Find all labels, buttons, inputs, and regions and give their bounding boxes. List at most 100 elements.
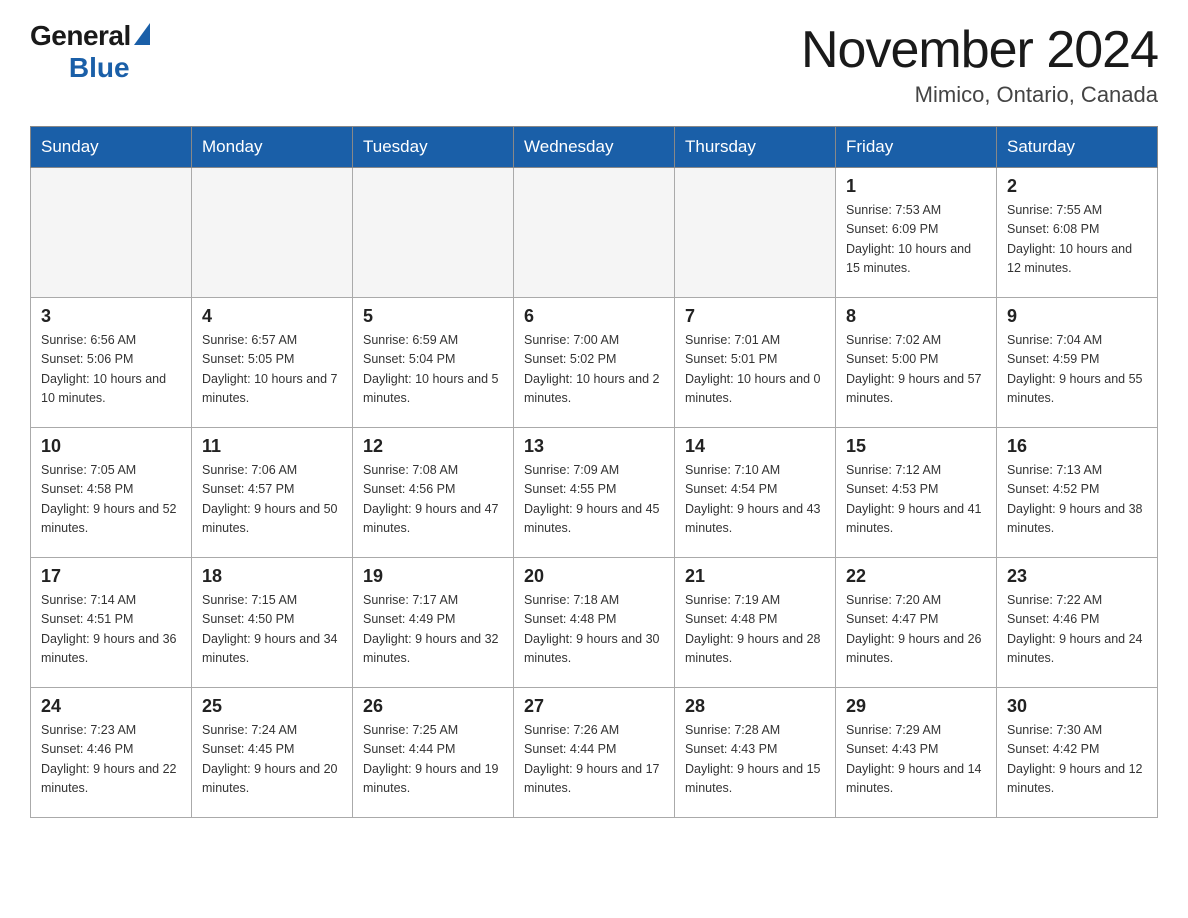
- day-number: 22: [846, 566, 986, 587]
- logo-bottom-row: Blue: [30, 52, 130, 84]
- day-info: Sunrise: 7:15 AMSunset: 4:50 PMDaylight:…: [202, 591, 342, 669]
- day-info: Sunrise: 7:13 AMSunset: 4:52 PMDaylight:…: [1007, 461, 1147, 539]
- logo: General Blue: [30, 20, 150, 84]
- calendar-cell: 6 Sunrise: 7:00 AMSunset: 5:02 PMDaylight…: [514, 298, 675, 428]
- day-info: Sunrise: 7:20 AMSunset: 4:47 PMDaylight:…: [846, 591, 986, 669]
- calendar-cell: 24 Sunrise: 7:23 AMSunset: 4:46 PMDayligh…: [31, 688, 192, 818]
- calendar-cell: 1 Sunrise: 7:53 AMSunset: 6:09 PMDaylight…: [836, 168, 997, 298]
- weekday-header: Sunday: [31, 127, 192, 168]
- calendar-cell: 18 Sunrise: 7:15 AMSunset: 4:50 PMDayligh…: [192, 558, 353, 688]
- day-number: 3: [41, 306, 181, 327]
- day-number: 7: [685, 306, 825, 327]
- day-info: Sunrise: 7:10 AMSunset: 4:54 PMDaylight:…: [685, 461, 825, 539]
- calendar-cell: [31, 168, 192, 298]
- day-info: Sunrise: 7:17 AMSunset: 4:49 PMDaylight:…: [363, 591, 503, 669]
- day-info: Sunrise: 7:24 AMSunset: 4:45 PMDaylight:…: [202, 721, 342, 799]
- day-number: 26: [363, 696, 503, 717]
- day-info: Sunrise: 6:57 AMSunset: 5:05 PMDaylight:…: [202, 331, 342, 409]
- calendar-cell: 11 Sunrise: 7:06 AMSunset: 4:57 PMDayligh…: [192, 428, 353, 558]
- calendar-cell: 23Sunrise: 7:22 AMSunset: 4:46 PMDayligh…: [997, 558, 1158, 688]
- day-info: Sunrise: 7:26 AMSunset: 4:44 PMDaylight:…: [524, 721, 664, 799]
- calendar-cell: 21 Sunrise: 7:19 AMSunset: 4:48 PMDayligh…: [675, 558, 836, 688]
- page-header: General Blue November 2024 Mimico, Ontar…: [30, 20, 1158, 108]
- day-info: Sunrise: 7:00 AMSunset: 5:02 PMDaylight:…: [524, 331, 664, 409]
- day-number: 21: [685, 566, 825, 587]
- day-info: Sunrise: 7:18 AMSunset: 4:48 PMDaylight:…: [524, 591, 664, 669]
- day-info: Sunrise: 7:29 AMSunset: 4:43 PMDaylight:…: [846, 721, 986, 799]
- calendar-cell: 2 Sunrise: 7:55 AMSunset: 6:08 PMDaylight…: [997, 168, 1158, 298]
- day-number: 10: [41, 436, 181, 457]
- day-number: 20: [524, 566, 664, 587]
- calendar-cell: 14 Sunrise: 7:10 AMSunset: 4:54 PMDayligh…: [675, 428, 836, 558]
- calendar-cell: 8 Sunrise: 7:02 AMSunset: 5:00 PMDaylight…: [836, 298, 997, 428]
- day-number: 11: [202, 436, 342, 457]
- calendar-cell: 13Sunrise: 7:09 AMSunset: 4:55 PMDayligh…: [514, 428, 675, 558]
- day-info: Sunrise: 7:12 AMSunset: 4:53 PMDaylight:…: [846, 461, 986, 539]
- day-number: 30: [1007, 696, 1147, 717]
- calendar-cell: 15 Sunrise: 7:12 AMSunset: 4:53 PMDayligh…: [836, 428, 997, 558]
- weekday-header: Friday: [836, 127, 997, 168]
- day-info: Sunrise: 7:55 AMSunset: 6:08 PMDaylight:…: [1007, 201, 1147, 279]
- day-number: 28: [685, 696, 825, 717]
- calendar-cell: 12 Sunrise: 7:08 AMSunset: 4:56 PMDayligh…: [353, 428, 514, 558]
- day-number: 5: [363, 306, 503, 327]
- day-number: 14: [685, 436, 825, 457]
- calendar-cell: 29 Sunrise: 7:29 AMSunset: 4:43 PMDayligh…: [836, 688, 997, 818]
- calendar-cell: [192, 168, 353, 298]
- day-number: 2: [1007, 176, 1147, 197]
- weekday-header: Wednesday: [514, 127, 675, 168]
- calendar-table: SundayMondayTuesdayWednesdayThursdayFrid…: [30, 126, 1158, 818]
- day-number: 24: [41, 696, 181, 717]
- day-info: Sunrise: 7:14 AMSunset: 4:51 PMDaylight:…: [41, 591, 181, 669]
- day-number: 29: [846, 696, 986, 717]
- calendar-cell: 20 Sunrise: 7:18 AMSunset: 4:48 PMDayligh…: [514, 558, 675, 688]
- calendar-cell: 27 Sunrise: 7:26 AMSunset: 4:44 PMDayligh…: [514, 688, 675, 818]
- day-info: Sunrise: 7:30 AMSunset: 4:42 PMDaylight:…: [1007, 721, 1147, 799]
- day-info: Sunrise: 7:02 AMSunset: 5:00 PMDaylight:…: [846, 331, 986, 409]
- calendar-cell: 16 Sunrise: 7:13 AMSunset: 4:52 PMDayligh…: [997, 428, 1158, 558]
- weekday-header: Monday: [192, 127, 353, 168]
- calendar-cell: 22 Sunrise: 7:20 AMSunset: 4:47 PMDayligh…: [836, 558, 997, 688]
- day-info: Sunrise: 7:08 AMSunset: 4:56 PMDaylight:…: [363, 461, 503, 539]
- weekday-header: Thursday: [675, 127, 836, 168]
- day-info: Sunrise: 7:19 AMSunset: 4:48 PMDaylight:…: [685, 591, 825, 669]
- calendar-cell: 30 Sunrise: 7:30 AMSunset: 4:42 PMDayligh…: [997, 688, 1158, 818]
- day-number: 16: [1007, 436, 1147, 457]
- calendar-cell: 9 Sunrise: 7:04 AMSunset: 4:59 PMDaylight…: [997, 298, 1158, 428]
- day-info: Sunrise: 7:06 AMSunset: 4:57 PMDaylight:…: [202, 461, 342, 539]
- day-number: 12: [363, 436, 503, 457]
- location-title: Mimico, Ontario, Canada: [801, 82, 1158, 108]
- calendar-cell: 10 Sunrise: 7:05 AMSunset: 4:58 PMDayligh…: [31, 428, 192, 558]
- day-info: Sunrise: 7:01 AMSunset: 5:01 PMDaylight:…: [685, 331, 825, 409]
- calendar-cell: 5Sunrise: 6:59 AMSunset: 5:04 PMDaylight…: [353, 298, 514, 428]
- calendar-cell: 7 Sunrise: 7:01 AMSunset: 5:01 PMDaylight…: [675, 298, 836, 428]
- day-info: Sunrise: 7:25 AMSunset: 4:44 PMDaylight:…: [363, 721, 503, 799]
- day-info: Sunrise: 6:56 AMSunset: 5:06 PMDaylight:…: [41, 331, 181, 409]
- day-number: 6: [524, 306, 664, 327]
- day-number: 8: [846, 306, 986, 327]
- day-number: 17: [41, 566, 181, 587]
- calendar-cell: [353, 168, 514, 298]
- day-number: 19: [363, 566, 503, 587]
- calendar-cell: 17 Sunrise: 7:14 AMSunset: 4:51 PMDayligh…: [31, 558, 192, 688]
- day-number: 1: [846, 176, 986, 197]
- day-info: Sunrise: 7:05 AMSunset: 4:58 PMDaylight:…: [41, 461, 181, 539]
- logo-top: General: [30, 20, 150, 52]
- weekday-header: Saturday: [997, 127, 1158, 168]
- day-info: Sunrise: 7:28 AMSunset: 4:43 PMDaylight:…: [685, 721, 825, 799]
- day-number: 27: [524, 696, 664, 717]
- calendar-cell: 4 Sunrise: 6:57 AMSunset: 5:05 PMDaylight…: [192, 298, 353, 428]
- calendar-cell: [514, 168, 675, 298]
- day-info: Sunrise: 7:53 AMSunset: 6:09 PMDaylight:…: [846, 201, 986, 279]
- day-info: Sunrise: 7:23 AMSunset: 4:46 PMDaylight:…: [41, 721, 181, 799]
- day-number: 25: [202, 696, 342, 717]
- logo-triangle-icon: [134, 23, 150, 45]
- calendar-cell: 3 Sunrise: 6:56 AMSunset: 5:06 PMDaylight…: [31, 298, 192, 428]
- day-number: 15: [846, 436, 986, 457]
- day-number: 9: [1007, 306, 1147, 327]
- day-number: 4: [202, 306, 342, 327]
- weekday-header: Tuesday: [353, 127, 514, 168]
- day-info: Sunrise: 7:04 AMSunset: 4:59 PMDaylight:…: [1007, 331, 1147, 409]
- title-area: November 2024 Mimico, Ontario, Canada: [801, 20, 1158, 108]
- day-number: 18: [202, 566, 342, 587]
